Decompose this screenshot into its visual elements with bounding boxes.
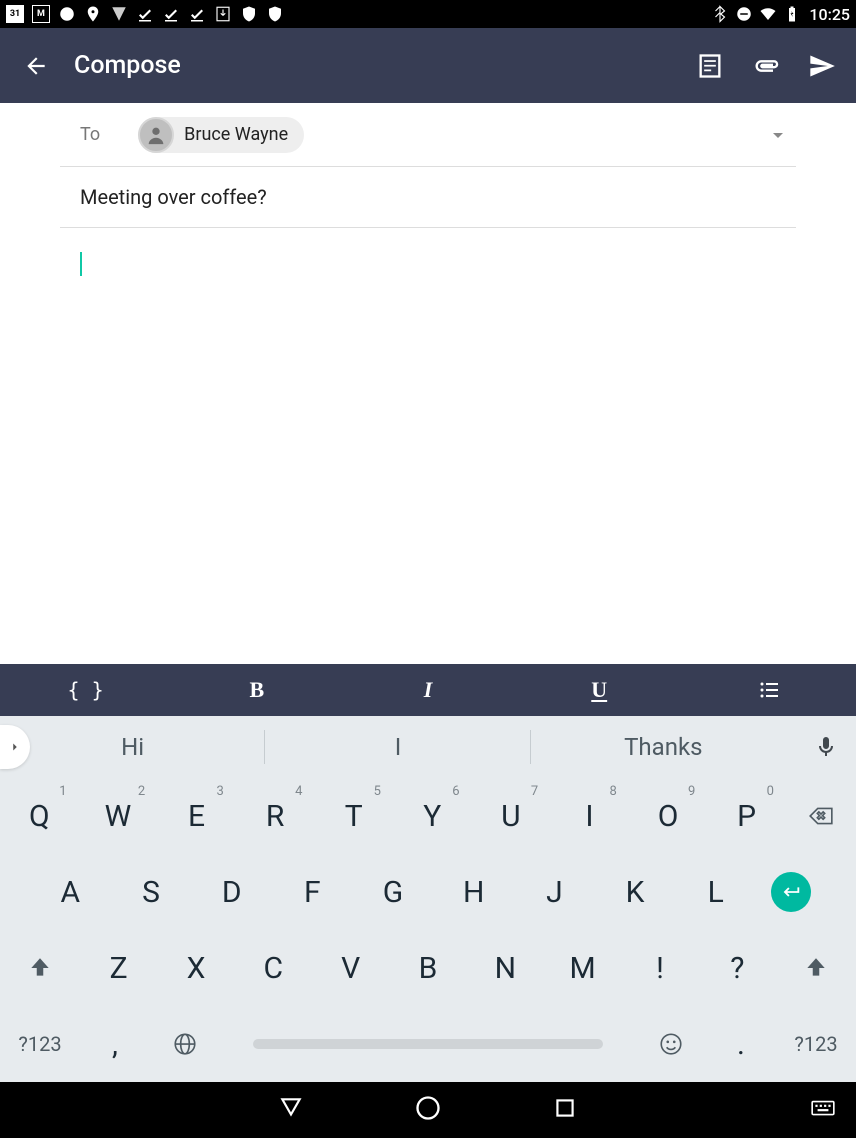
bold-button[interactable]: B	[171, 677, 342, 703]
symbols-key-left[interactable]: ?123	[0, 1006, 80, 1082]
attach-icon[interactable]	[746, 46, 786, 86]
key-k[interactable]: K	[595, 854, 676, 930]
battery-icon	[783, 5, 801, 23]
list-button[interactable]	[685, 678, 856, 702]
enter-key[interactable]	[756, 854, 826, 930]
space-key[interactable]	[220, 1006, 636, 1082]
key-j[interactable]: J	[514, 854, 595, 930]
nav-back-button[interactable]	[278, 1095, 304, 1125]
body-textarea[interactable]	[60, 228, 796, 664]
period-key[interactable]: .	[706, 1006, 776, 1082]
to-label: To	[80, 124, 100, 145]
key-n[interactable]: N	[467, 930, 544, 1006]
key-row-1: Q1 W2 E3 R4 T5 Y6 U7 I8 O9 P0	[0, 778, 856, 854]
mail-icon: M	[32, 5, 50, 23]
nav-home-button[interactable]	[414, 1094, 442, 1126]
subject-row[interactable]	[60, 167, 796, 228]
key-m[interactable]: M	[544, 930, 621, 1006]
text-cursor	[80, 252, 82, 276]
location-icon	[84, 5, 102, 23]
underline-button[interactable]: U	[514, 677, 685, 703]
dnd-icon	[735, 5, 753, 23]
shift-key-left[interactable]	[0, 930, 80, 1006]
key-w[interactable]: W2	[79, 778, 158, 854]
key-z[interactable]: Z	[80, 930, 157, 1006]
format-toolbar: { } B I U	[0, 664, 856, 716]
document-icon[interactable]	[690, 46, 730, 86]
check-icon	[162, 5, 180, 23]
shift-key-right[interactable]	[776, 930, 856, 1006]
check-icon	[136, 5, 154, 23]
recipient-name: Bruce Wayne	[184, 124, 288, 145]
shield-icon	[240, 5, 258, 23]
key-p[interactable]: P0	[707, 778, 786, 854]
key-g[interactable]: G	[353, 854, 434, 930]
key-y[interactable]: Y6	[393, 778, 472, 854]
expand-recipients-button[interactable]	[764, 121, 792, 149]
avatar-icon	[138, 117, 174, 153]
recipient-chip[interactable]: Bruce Wayne	[138, 117, 304, 153]
bluetooth-icon	[711, 5, 729, 23]
wifi-icon	[759, 5, 777, 23]
quote-icon	[58, 5, 76, 23]
page-title: Compose	[74, 51, 181, 80]
keyboard-switch-icon[interactable]	[810, 1095, 836, 1125]
keyboard: Hi I Thanks Q1 W2 E3 R4 T5 Y6 U7 I8 O9 P…	[0, 716, 856, 1082]
italic-button[interactable]: I	[342, 677, 513, 703]
symbols-key-right[interactable]: ?123	[776, 1006, 856, 1082]
key-t[interactable]: T5	[314, 778, 393, 854]
suggestion-1[interactable]: Hi	[0, 733, 265, 761]
send-button[interactable]	[802, 46, 842, 86]
key-exclaim[interactable]: !	[621, 930, 698, 1006]
key-f[interactable]: F	[272, 854, 353, 930]
key-row-3: Z X C V B N M ! ?	[0, 930, 856, 1006]
suggestion-row: Hi I Thanks	[0, 716, 856, 778]
check-icon	[188, 5, 206, 23]
key-x[interactable]: X	[157, 930, 234, 1006]
key-e[interactable]: E3	[157, 778, 236, 854]
key-u[interactable]: U7	[472, 778, 551, 854]
app-icon	[110, 5, 128, 23]
shield-icon	[266, 5, 284, 23]
backspace-key[interactable]	[786, 778, 856, 854]
appbar: Compose	[0, 28, 856, 103]
status-time: 10:25	[809, 5, 850, 24]
suggestion-3[interactable]: Thanks	[531, 733, 796, 761]
status-bar: 31 M 10:25	[0, 0, 856, 28]
key-o[interactable]: O9	[629, 778, 708, 854]
navigation-bar	[0, 1082, 856, 1138]
key-l[interactable]: L	[675, 854, 756, 930]
key-i[interactable]: I8	[550, 778, 629, 854]
subject-input[interactable]	[80, 185, 816, 209]
compose-content: To Bruce Wayne	[0, 103, 856, 664]
key-a[interactable]: A	[30, 854, 111, 930]
to-row[interactable]: To Bruce Wayne	[60, 103, 796, 167]
key-b[interactable]: B	[389, 930, 466, 1006]
key-question[interactable]: ?	[699, 930, 776, 1006]
key-s[interactable]: S	[111, 854, 192, 930]
braces-button[interactable]: { }	[0, 678, 171, 702]
mic-button[interactable]	[796, 735, 856, 759]
key-v[interactable]: V	[312, 930, 389, 1006]
download-icon	[214, 5, 232, 23]
key-h[interactable]: H	[433, 854, 514, 930]
key-row-2: A S D F G H J K L	[0, 854, 856, 930]
nav-recent-button[interactable]	[552, 1095, 578, 1125]
emoji-key[interactable]	[636, 1006, 706, 1082]
language-key[interactable]	[150, 1006, 220, 1082]
key-c[interactable]: C	[235, 930, 312, 1006]
back-button[interactable]	[18, 48, 54, 84]
key-row-4: ?123 , . ?123	[0, 1006, 856, 1082]
key-q[interactable]: Q1	[0, 778, 79, 854]
calendar-icon: 31	[6, 5, 24, 23]
suggestion-2[interactable]: I	[265, 733, 530, 761]
key-d[interactable]: D	[191, 854, 272, 930]
comma-key[interactable]: ,	[80, 1006, 150, 1082]
key-r[interactable]: R4	[236, 778, 315, 854]
